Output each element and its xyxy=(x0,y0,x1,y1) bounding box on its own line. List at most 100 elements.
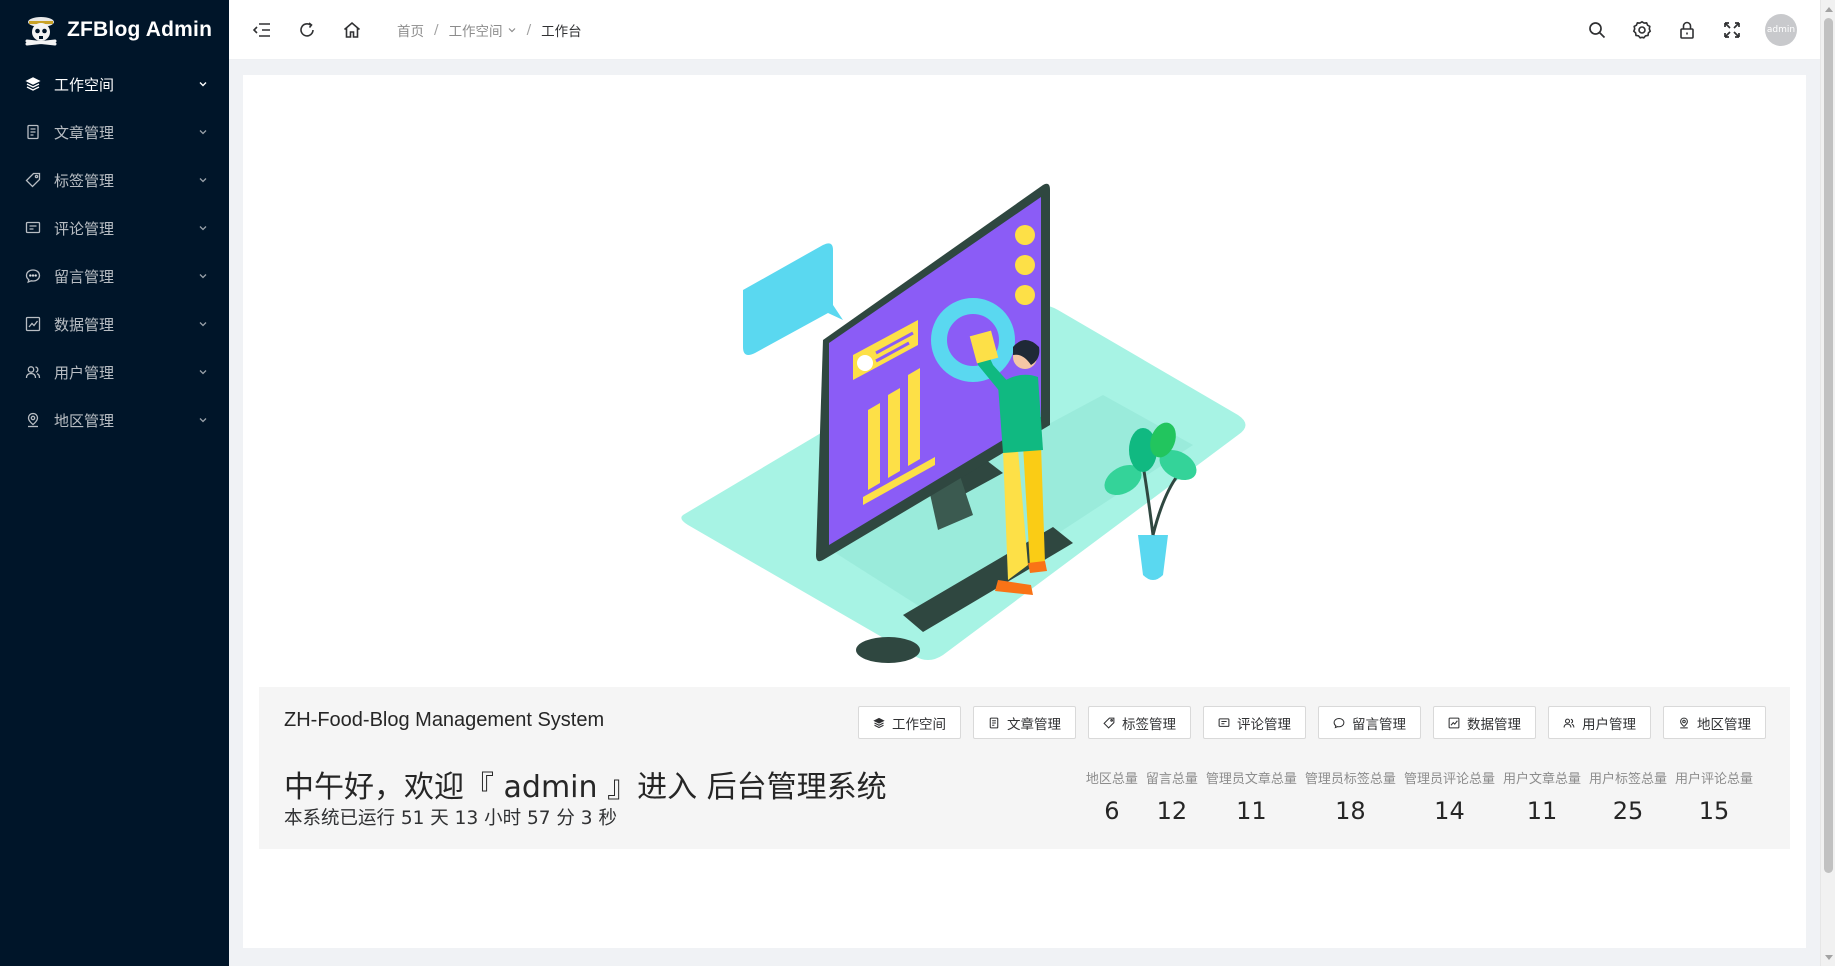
info-panel: ZH-Food-Blog Management System 工作空间 文章管理… xyxy=(259,687,1790,849)
logo[interactable]: ZFBlog Admin xyxy=(0,0,229,60)
quick-button-label: 工作空间 xyxy=(892,716,946,732)
comment-icon xyxy=(24,219,42,237)
quick-button-comments[interactable]: 评论管理 xyxy=(1203,706,1306,739)
sidebar-menu: 工作空间 文章管理 标签管理 评论管理 留言管理 数据管理 用户管理 地区管理 xyxy=(0,60,229,444)
breadcrumb-separator: / xyxy=(526,21,532,38)
chart-icon xyxy=(1448,717,1460,728)
stat-label: 管理员文章总量 xyxy=(1205,772,1297,787)
quick-button-articles[interactable]: 文章管理 xyxy=(973,706,1076,739)
stat-label: 用户标签总量 xyxy=(1588,772,1667,787)
stats-row: 地区总量 6 留言总量 12 管理员文章总量 11 管理员标签总量 18 管理员… xyxy=(1082,768,1757,825)
sidebar: ZFBlog Admin 工作空间 文章管理 标签管理 评论管理 留言管理 数据… xyxy=(0,0,229,966)
message-icon xyxy=(24,267,42,285)
sidebar-item-workspace[interactable]: 工作空间 xyxy=(0,60,229,108)
quick-button-workspace[interactable]: 工作空间 xyxy=(858,706,961,739)
home-icon[interactable] xyxy=(341,19,363,41)
sidebar-item-tags[interactable]: 标签管理 xyxy=(0,156,229,204)
chevron-down-icon xyxy=(197,366,209,378)
collapse-menu-icon[interactable] xyxy=(251,19,273,41)
quick-button-messages[interactable]: 留言管理 xyxy=(1318,706,1421,739)
avatar[interactable]: admin xyxy=(1765,13,1797,46)
stat-value: 11 xyxy=(1526,797,1558,825)
gear-icon[interactable] xyxy=(1631,19,1653,41)
search-icon[interactable] xyxy=(1586,19,1608,41)
quick-button-label: 标签管理 xyxy=(1122,716,1176,732)
quick-button-label: 数据管理 xyxy=(1467,716,1521,732)
breadcrumb-separator: / xyxy=(434,21,439,38)
top-header: 首页 / 工作空间 / 工作台 admin xyxy=(229,0,1820,60)
skull-logo-icon xyxy=(25,17,57,46)
stat-value: 15 xyxy=(1698,797,1730,825)
sidebar-item-label: 用户管理 xyxy=(54,363,115,382)
users-icon xyxy=(1563,718,1575,728)
stat-label: 管理员标签总量 xyxy=(1304,772,1396,787)
sidebar-item-label: 标签管理 xyxy=(54,171,115,190)
stat-label: 用户文章总量 xyxy=(1502,772,1581,787)
sidebar-item-label: 地区管理 xyxy=(54,411,115,430)
stat-admin-articles: 管理员文章总量 11 xyxy=(1202,768,1301,825)
stat-value: 6 xyxy=(1104,797,1120,825)
chevron-down-icon xyxy=(197,126,209,138)
page-scrollbar[interactable] xyxy=(1820,0,1835,966)
quick-button-label: 评论管理 xyxy=(1237,716,1291,732)
lock-icon[interactable] xyxy=(1676,19,1698,41)
quick-nav-buttons: 工作空间 文章管理 标签管理 评论管理 留言管理 数据管理 用户管理 地区管理 xyxy=(858,706,1766,739)
chevron-down-icon xyxy=(197,78,209,90)
stat-label: 留言总量 xyxy=(1145,772,1198,787)
stat-label: 地区总量 xyxy=(1085,772,1138,787)
sidebar-item-regions[interactable]: 地区管理 xyxy=(0,396,229,444)
sidebar-item-label: 文章管理 xyxy=(54,123,115,142)
location-icon xyxy=(24,411,42,429)
stat-admin-comments: 管理员评论总量 14 xyxy=(1400,768,1499,825)
stat-value: 18 xyxy=(1335,797,1366,825)
header-actions: admin xyxy=(1563,13,1820,46)
location-icon xyxy=(1680,717,1688,728)
breadcrumb-current: 工作台 xyxy=(541,23,582,40)
sidebar-item-comments[interactable]: 评论管理 xyxy=(0,204,229,252)
stat-user-articles: 用户文章总量 11 xyxy=(1499,768,1585,825)
stat-value: 12 xyxy=(1156,797,1188,825)
tag-icon xyxy=(1103,717,1115,729)
chevron-down-icon xyxy=(197,270,209,282)
sidebar-item-label: 工作空间 xyxy=(54,75,115,94)
stat-user-tags: 用户标签总量 25 xyxy=(1585,768,1671,825)
system-title: ZH-Food-Blog Management System xyxy=(284,709,605,731)
message-icon xyxy=(1333,717,1345,728)
chevron-down-icon xyxy=(197,414,209,426)
comment-icon xyxy=(1218,717,1230,727)
chart-icon xyxy=(24,315,42,333)
app-title: ZFBlog Admin xyxy=(67,18,213,41)
sidebar-item-data[interactable]: 数据管理 xyxy=(0,300,229,348)
quick-button-data[interactable]: 数据管理 xyxy=(1433,706,1536,739)
stat-label: 用户评论总量 xyxy=(1674,772,1753,787)
stat-value: 11 xyxy=(1236,797,1267,825)
quick-button-label: 文章管理 xyxy=(1007,716,1061,732)
stat-admin-tags: 管理员标签总量 18 xyxy=(1301,768,1400,825)
scroll-up-arrow-icon[interactable] xyxy=(1824,4,1833,13)
sidebar-item-label: 留言管理 xyxy=(54,267,115,286)
quick-button-regions[interactable]: 地区管理 xyxy=(1663,706,1766,739)
document-icon xyxy=(989,717,999,728)
document-icon xyxy=(24,123,42,141)
users-icon xyxy=(24,363,42,381)
tag-icon xyxy=(24,171,42,189)
quick-button-tags[interactable]: 标签管理 xyxy=(1088,706,1191,739)
sidebar-item-messages[interactable]: 留言管理 xyxy=(0,252,229,300)
quick-button-users[interactable]: 用户管理 xyxy=(1548,706,1651,739)
sidebar-item-label: 评论管理 xyxy=(54,219,115,238)
layers-icon xyxy=(24,75,42,93)
scrollbar-thumb[interactable] xyxy=(1824,18,1833,873)
refresh-icon[interactable] xyxy=(296,19,318,41)
breadcrumb-section-label: 工作空间 xyxy=(448,23,503,40)
breadcrumb-home[interactable]: 首页 xyxy=(397,20,424,40)
sidebar-item-users[interactable]: 用户管理 xyxy=(0,348,229,396)
breadcrumb-section[interactable]: 工作空间 xyxy=(449,20,517,40)
scroll-down-arrow-icon[interactable] xyxy=(1824,953,1833,962)
sidebar-item-articles[interactable]: 文章管理 xyxy=(0,108,229,156)
fullscreen-icon[interactable] xyxy=(1721,19,1743,41)
breadcrumb: 首页 / 工作空间 / 工作台 xyxy=(397,20,582,40)
stat-user-comments: 用户评论总量 15 xyxy=(1671,768,1757,825)
stat-regions: 地区总量 6 xyxy=(1082,768,1142,825)
sidebar-item-label: 数据管理 xyxy=(54,315,115,334)
quick-button-label: 用户管理 xyxy=(1582,716,1636,732)
